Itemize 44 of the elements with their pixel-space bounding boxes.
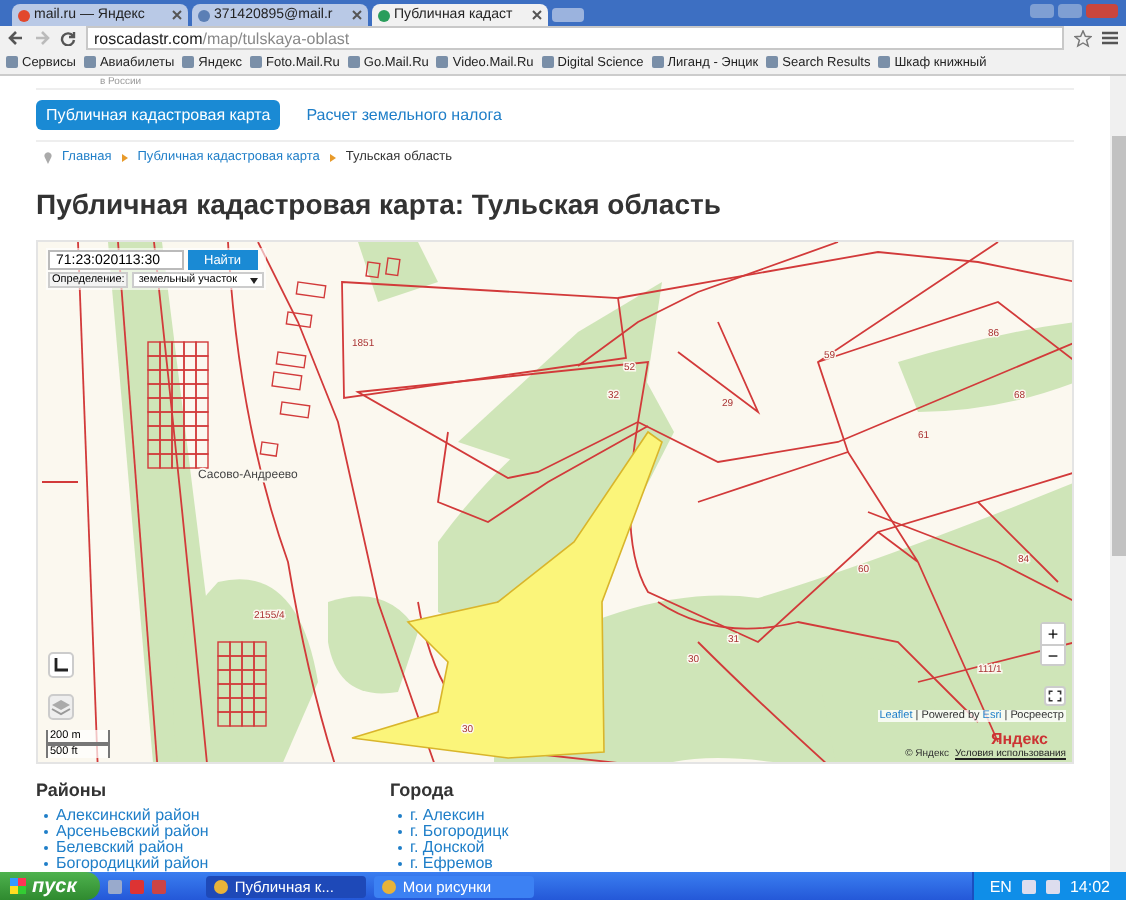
- app-icon: [382, 879, 397, 893]
- section-heading: Города: [390, 780, 456, 800]
- section-heading: Районы: [36, 780, 109, 800]
- scrollbar[interactable]: [1110, 76, 1126, 872]
- clock: 14:02: [1069, 877, 1110, 895]
- area-tool-icon[interactable]: [48, 652, 74, 678]
- fullscreen-icon[interactable]: [1044, 686, 1066, 706]
- nav-tab[interactable]: Публичная кадастровая карта: [36, 100, 281, 130]
- page-title: Публичная кадастровая карта: Тульская область: [36, 188, 723, 220]
- menu-icon[interactable]: [1102, 30, 1118, 46]
- list-link[interactable]: Алексинский район: [56, 808, 200, 824]
- app-icon: [214, 879, 229, 893]
- windows-logo-icon: [10, 878, 26, 894]
- new-tab-button[interactable]: [552, 8, 584, 22]
- maximize-button[interactable]: [1058, 4, 1082, 18]
- reload-icon[interactable]: [60, 30, 76, 46]
- zoom-out-button[interactable]: −: [1042, 644, 1064, 664]
- zoom-in-button[interactable]: +: [1042, 624, 1064, 644]
- site-icon: [198, 9, 210, 21]
- close-icon[interactable]: [172, 10, 182, 20]
- list-link[interactable]: г. Ефремов: [410, 856, 493, 872]
- close-icon[interactable]: [532, 10, 542, 20]
- zoom-control[interactable]: + −: [1040, 622, 1066, 666]
- provider-logo: Яндекс: [991, 730, 1048, 748]
- location-pin-icon: [44, 151, 52, 163]
- caret-icon: [249, 277, 258, 283]
- nav-tab[interactable]: Расчет земельного налога: [296, 100, 512, 130]
- minimize-button[interactable]: [1030, 4, 1054, 18]
- list-link[interactable]: г. Богородицк: [410, 824, 509, 840]
- star-icon[interactable]: [1074, 29, 1092, 47]
- list-link[interactable]: Богородицкий район: [56, 856, 209, 872]
- site-icon: [378, 9, 390, 21]
- list-link[interactable]: Белевский район: [56, 840, 184, 856]
- site-icon: [18, 9, 30, 21]
- layers-icon[interactable]: [48, 694, 74, 720]
- list-link[interactable]: Арсеньевский район: [56, 824, 209, 840]
- back-icon[interactable]: [8, 30, 24, 46]
- list-link[interactable]: г. Донской: [410, 840, 485, 856]
- list-link[interactable]: г. Алексин: [410, 808, 485, 824]
- chevron-icon: [121, 153, 128, 161]
- close-icon[interactable]: [352, 10, 362, 20]
- chevron-icon: [329, 153, 336, 161]
- forward-icon[interactable]: [34, 30, 50, 46]
- address-field[interactable]: roscadastr.com/map/tulskaya-oblast: [86, 26, 1064, 50]
